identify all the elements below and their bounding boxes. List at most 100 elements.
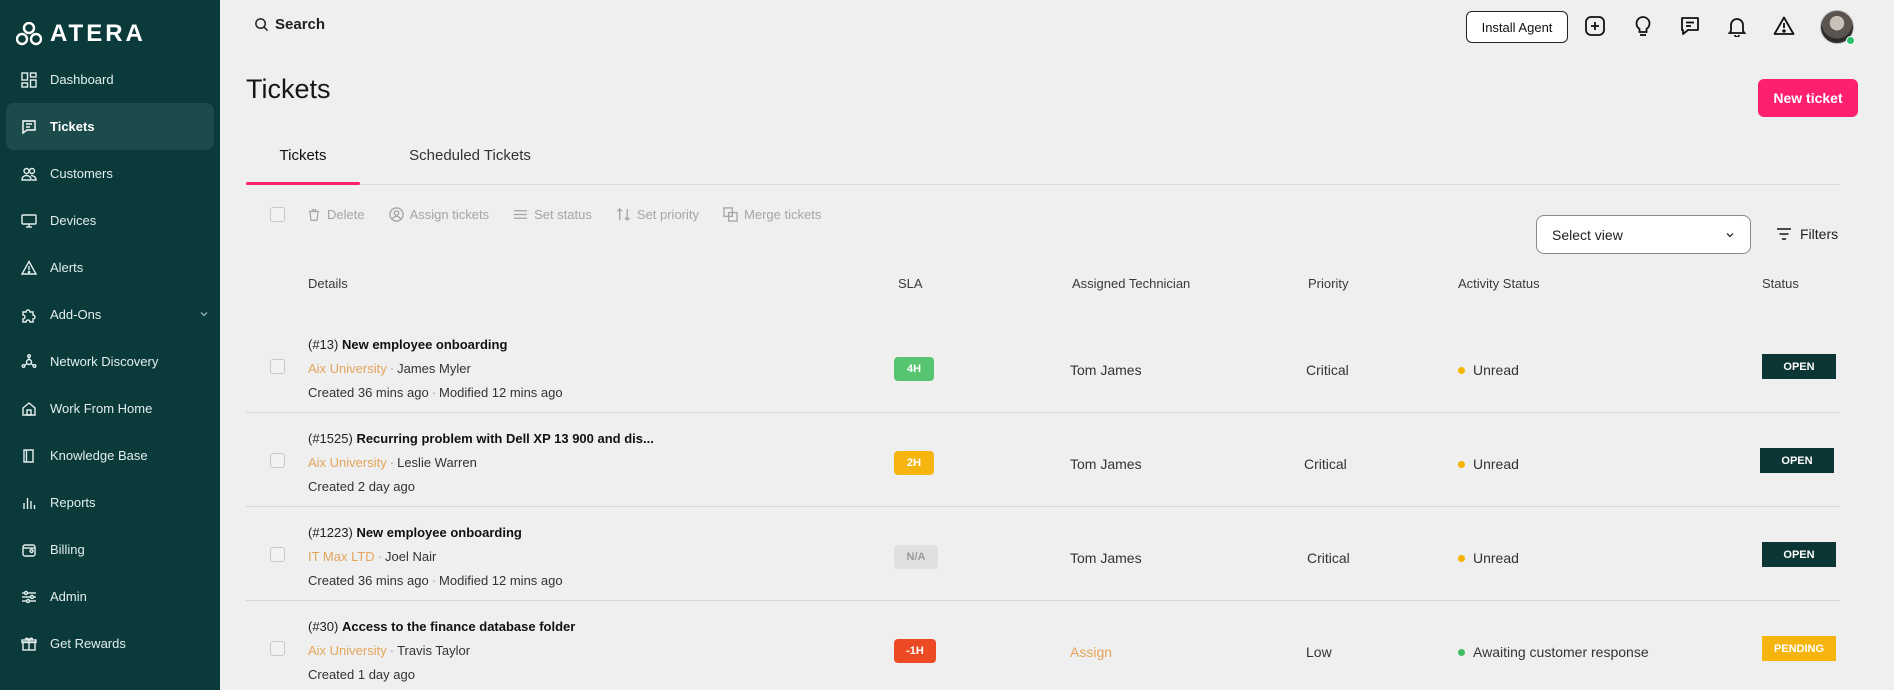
row-checkbox[interactable] <box>270 641 285 656</box>
delete-button[interactable]: Delete <box>307 207 365 222</box>
reports-icon <box>20 494 38 512</box>
delete-label: Delete <box>327 207 365 222</box>
sidebar-item-customers[interactable]: Customers <box>0 150 220 197</box>
customer-link[interactable]: Aix University <box>308 643 387 658</box>
sidebar-item-billing[interactable]: Billing <box>0 526 220 573</box>
sidebar-item-network-discovery[interactable]: Network Discovery <box>0 338 220 385</box>
ticket-details: (#30) Access to the finance database fol… <box>308 619 576 682</box>
column-header-sla[interactable]: SLA <box>898 276 923 291</box>
activity-dot <box>1458 366 1465 374</box>
sla-badge: 2H <box>894 451 934 475</box>
tab-scheduled-tickets[interactable]: Scheduled Tickets <box>380 145 560 185</box>
ticket-title[interactable]: New employee onboarding <box>356 525 521 540</box>
sidebar-item-label: Get Rewards <box>50 636 126 651</box>
plus-square-icon[interactable] <box>1582 13 1608 39</box>
customer-link[interactable]: Aix University <box>308 361 387 376</box>
ticket-number: (#30) <box>308 619 339 634</box>
customer-link[interactable]: Aix University <box>308 455 387 470</box>
lightbulb-icon[interactable] <box>1630 13 1656 39</box>
chevron-down-icon <box>1726 233 1734 238</box>
sidebar-item-admin[interactable]: Admin <box>0 573 220 620</box>
warning-icon[interactable] <box>1771 13 1797 39</box>
row-checkbox[interactable] <box>270 453 285 468</box>
merge-tickets-button[interactable]: Merge tickets <box>723 207 821 222</box>
chat-icon[interactable] <box>1677 13 1703 39</box>
bell-icon[interactable] <box>1724 13 1750 39</box>
atera-logo[interactable]: ATERA <box>16 20 146 48</box>
sidebar-item-tickets[interactable]: Tickets <box>6 103 214 150</box>
priority-value: Critical <box>1304 456 1347 472</box>
ticket-number: (#13) <box>308 337 339 352</box>
status-badge[interactable]: OPEN <box>1760 448 1834 473</box>
column-header-priority[interactable]: Priority <box>1308 276 1348 291</box>
assigned-technician[interactable]: Tom James <box>1070 456 1142 472</box>
ticket-title[interactable]: New employee onboarding <box>342 337 507 352</box>
column-header-technician[interactable]: Assigned Technician <box>1072 276 1190 291</box>
chevron-down-icon[interactable] <box>198 308 210 320</box>
sidebar-item-add-ons[interactable]: Add-Ons <box>0 291 220 338</box>
status-badge[interactable]: OPEN <box>1762 354 1836 379</box>
sidebar-item-reports[interactable]: Reports <box>0 479 220 526</box>
ticket-details: (#1223) New employee onboarding IT Max L… <box>308 525 563 588</box>
tab-tickets[interactable]: Tickets <box>246 145 360 185</box>
created-time: Created 1 day ago <box>308 667 415 682</box>
select-view-value: Select view <box>1552 226 1623 243</box>
sliders-icon <box>20 588 38 606</box>
contact-name: Joel Nair <box>385 549 437 564</box>
ticket-title[interactable]: Recurring problem with Dell XP 13 900 an… <box>356 431 653 446</box>
sidebar-item-label: Work From Home <box>50 401 153 416</box>
filters-button[interactable]: Filters <box>1776 226 1838 242</box>
install-agent-button[interactable]: Install Agent <box>1466 11 1568 43</box>
customer-link[interactable]: IT Max LTD <box>308 549 375 564</box>
priority-value: Critical <box>1306 362 1349 378</box>
select-all-checkbox[interactable] <box>270 207 285 222</box>
set-status-button[interactable]: Set status <box>513 207 592 222</box>
sidebar-item-alerts[interactable]: Alerts <box>0 244 220 291</box>
assigned-technician[interactable]: Tom James <box>1070 362 1142 378</box>
sidebar-item-label: Knowledge Base <box>50 448 148 463</box>
column-header-activity[interactable]: Activity Status <box>1458 276 1540 291</box>
table-row[interactable]: (#13) New employee onboarding Aix Univer… <box>246 319 1840 413</box>
select-view-dropdown[interactable]: Select view <box>1536 215 1751 254</box>
search-button[interactable]: Search <box>254 16 325 33</box>
sla-badge: N/A <box>894 545 938 569</box>
row-checkbox[interactable] <box>270 359 285 374</box>
contact-name: Travis Taylor <box>397 643 471 658</box>
column-header-status[interactable]: Status <box>1762 276 1799 291</box>
set-priority-button[interactable]: Set priority <box>616 207 699 222</box>
activity-label: Awaiting customer response <box>1473 644 1649 660</box>
sidebar-item-devices[interactable]: Devices <box>0 197 220 244</box>
logo-text: ATERA <box>50 20 146 47</box>
activity-status: Unread <box>1458 456 1519 472</box>
ticket-title[interactable]: Access to the finance database folder <box>342 619 575 634</box>
assigned-technician[interactable]: Tom James <box>1070 550 1142 566</box>
column-header-details[interactable]: Details <box>308 276 348 291</box>
status-badge[interactable]: PENDING <box>1762 636 1836 661</box>
table-row[interactable]: (#30) Access to the finance database fol… <box>246 601 1840 690</box>
assign-technician-link[interactable]: Assign <box>1070 644 1112 660</box>
filter-icon <box>1777 228 1791 240</box>
status-badge[interactable]: OPEN <box>1762 542 1836 567</box>
table-header: Details SLA Assigned Technician Priority… <box>246 276 1840 296</box>
sidebar-item-work-from-home[interactable]: Work From Home <box>0 385 220 432</box>
tabs: Tickets Scheduled Tickets <box>246 145 1840 185</box>
priority-value: Critical <box>1307 550 1350 566</box>
table-row[interactable]: (#1223) New employee onboarding IT Max L… <box>246 507 1840 601</box>
assign-tickets-button[interactable]: Assign tickets <box>388 207 489 222</box>
table-row[interactable]: (#1525) Recurring problem with Dell XP 1… <box>246 413 1840 507</box>
sidebar-item-label: Billing <box>50 542 85 557</box>
online-status-dot <box>1846 36 1855 45</box>
sidebar-item-knowledge-base[interactable]: Knowledge Base <box>0 432 220 479</box>
sidebar-item-get-rewards[interactable]: Get Rewards <box>0 620 220 667</box>
row-checkbox[interactable] <box>270 547 285 562</box>
modified-time: Modified 12 mins ago <box>439 385 563 400</box>
contact-name: James Myler <box>397 361 471 376</box>
new-ticket-button[interactable]: New ticket <box>1758 79 1858 117</box>
contact-name: Leslie Warren <box>397 455 477 470</box>
bulk-actions: Delete Assign tickets Set status Set pri… <box>270 207 821 222</box>
home-icon <box>20 400 38 418</box>
sidebar-item-dashboard[interactable]: Dashboard <box>0 56 220 103</box>
created-time: Created 2 day ago <box>308 479 415 494</box>
modified-time: Modified 12 mins ago <box>439 573 563 588</box>
gift-icon <box>20 635 38 653</box>
